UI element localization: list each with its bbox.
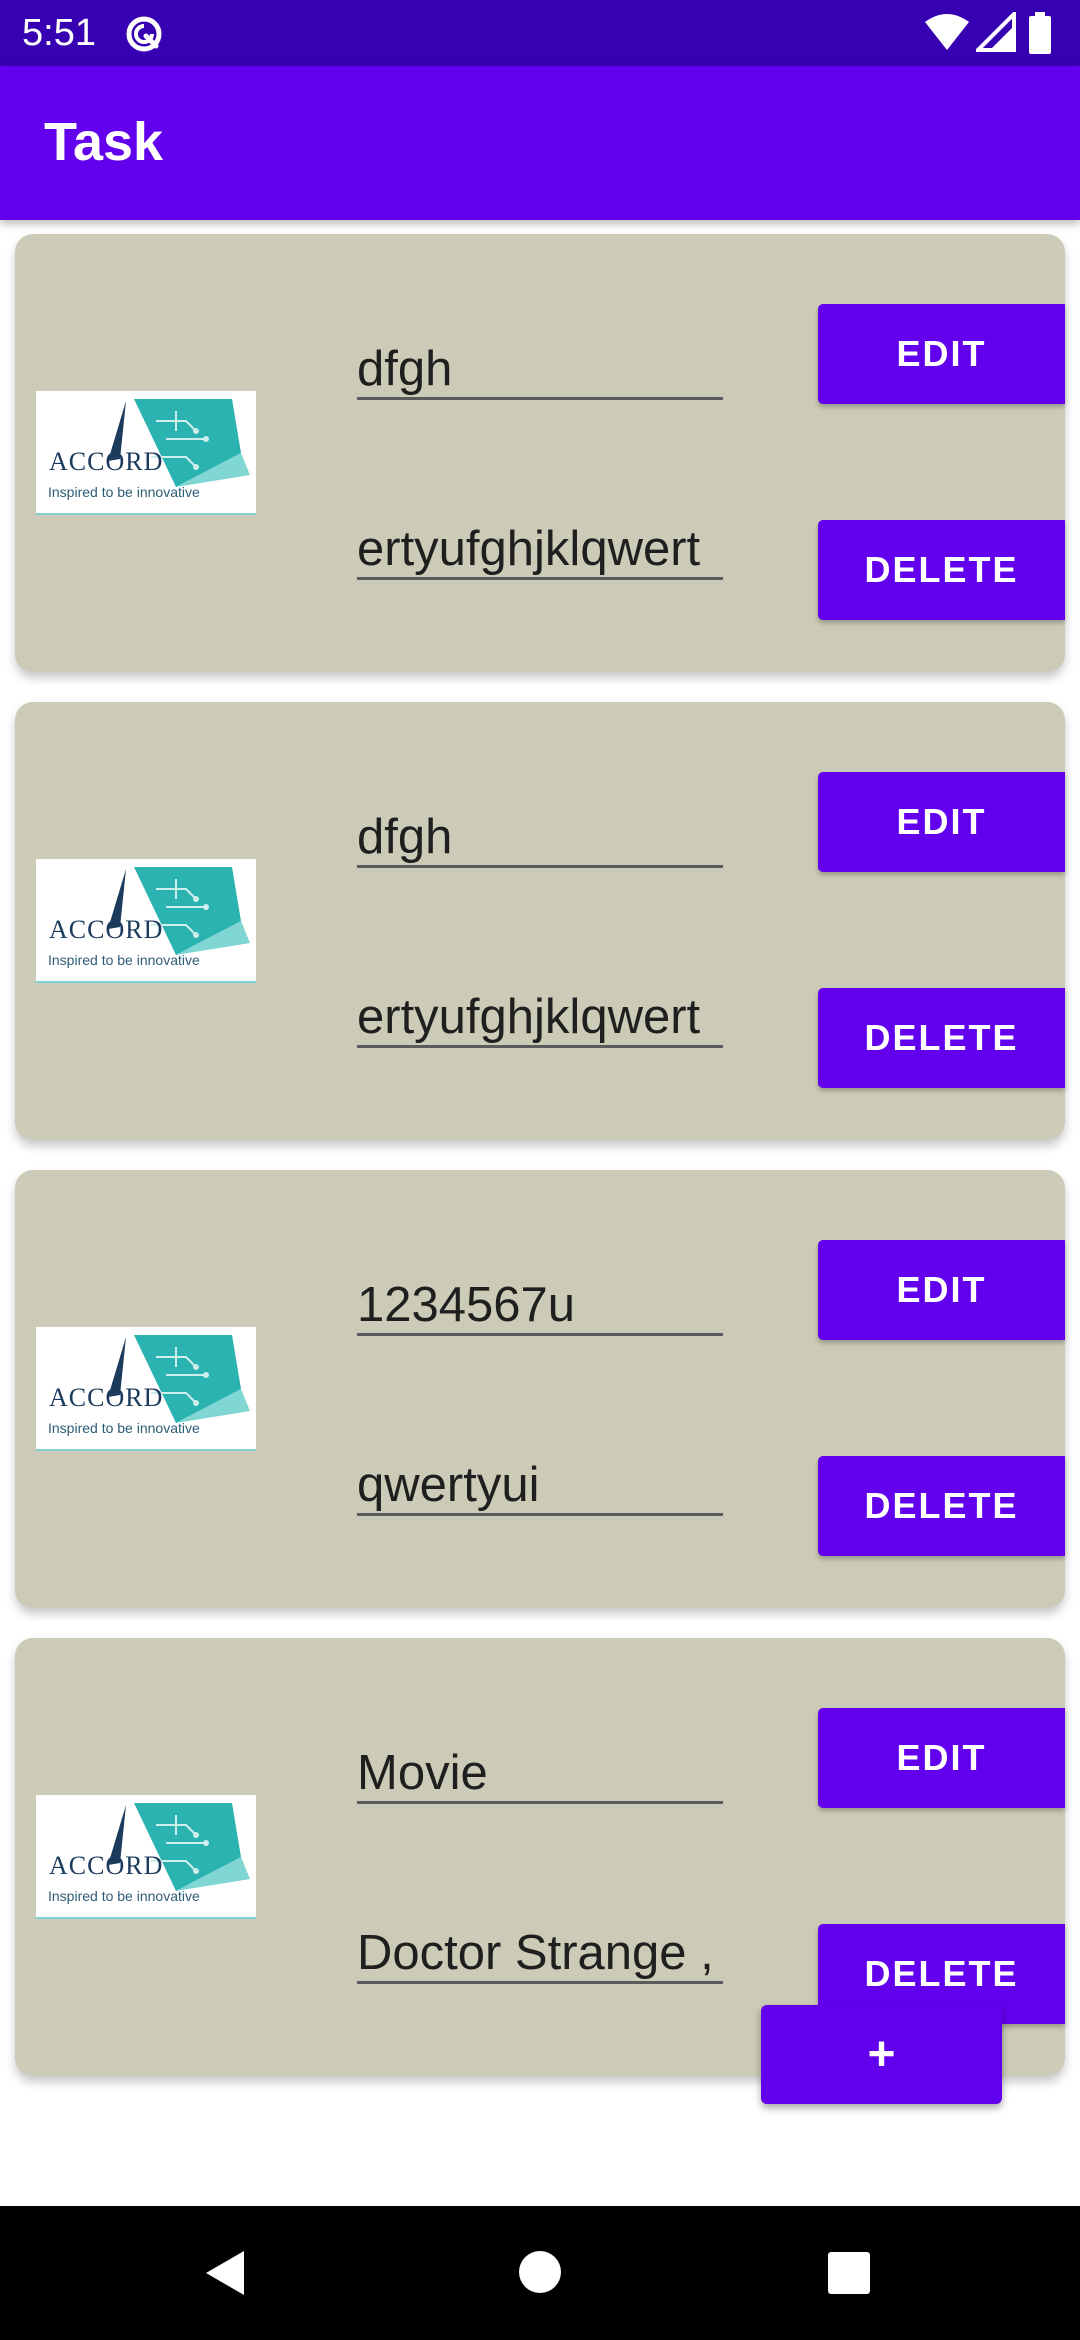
edit-button[interactable]: EDIT [818,1708,1065,1808]
task-title-field[interactable]: dfgh [357,798,723,868]
task-description-field[interactable]: ertyufghjklqwert [357,978,723,1048]
task-description-field[interactable]: qwertyui [357,1446,723,1516]
logo-brand: ACCORD [49,447,164,476]
task-card: ACCORD Inspired to be innovative dfgh er… [15,702,1065,1140]
accord-logo: ACCORD Inspired to be innovative [36,391,256,515]
app-bar: Task [0,66,1080,220]
at-sign-icon [126,16,162,52]
accord-logo: ACCORD Inspired to be innovative [36,859,256,983]
logo-tagline: Inspired to be innovative [48,1888,200,1904]
logo-tagline: Inspired to be innovative [48,484,200,500]
home-circle-icon[interactable] [518,2250,562,2294]
status-time: 5:51 [22,12,96,54]
task-title-text: dfgh [357,342,453,396]
delete-button[interactable]: DELETE [818,988,1065,1088]
logo-tagline: Inspired to be innovative [48,1420,200,1436]
task-description-text: Doctor Strange , [357,1926,714,1980]
delete-button[interactable]: DELETE [818,1456,1065,1556]
task-title-text: dfgh [357,810,453,864]
task-title-field[interactable]: dfgh [357,330,723,400]
task-description-text: qwertyui [357,1458,540,1512]
task-description-text: ertyufghjklqwert [357,522,701,576]
edit-button[interactable]: EDIT [818,772,1065,872]
task-card: ACCORD Inspired to be innovative 1234567… [15,1170,1065,1608]
accord-logo: ACCORD Inspired to be innovative [36,1327,256,1451]
task-title-field[interactable]: Movie [357,1734,723,1804]
logo-tagline: Inspired to be innovative [48,952,200,968]
navigation-bar [0,2206,1080,2340]
task-description-text: ertyufghjklqwert [357,990,701,1044]
logo-brand: ACCORD [49,915,164,944]
recents-square-icon[interactable] [828,2252,870,2294]
task-title-text: 1234567u [357,1278,576,1332]
signal-icon [976,12,1016,52]
task-description-field[interactable]: ertyufghjklqwert [357,510,723,580]
wifi-icon [925,14,969,50]
back-triangle-icon[interactable] [200,2248,250,2298]
task-list[interactable]: ACCORD Inspired to be innovative dfgh er… [0,220,1080,2204]
delete-button[interactable]: DELETE [818,520,1065,620]
task-card: ACCORD Inspired to be innovative dfgh er… [15,234,1065,672]
status-bar: 5:51 [0,0,1080,66]
edit-button[interactable]: EDIT [818,1240,1065,1340]
edit-button[interactable]: EDIT [818,304,1065,404]
page-title: Task [44,112,164,172]
task-title-text: Movie [357,1746,488,1800]
accord-logo: ACCORD Inspired to be innovative [36,1795,256,1919]
status-icons [924,12,1064,56]
battery-icon [1029,12,1051,54]
logo-brand: ACCORD [49,1383,164,1412]
task-description-field[interactable]: Doctor Strange , [357,1914,723,1984]
task-title-field[interactable]: 1234567u [357,1266,723,1336]
logo-brand: ACCORD [49,1851,164,1880]
add-task-button[interactable]: + [761,2005,1002,2104]
